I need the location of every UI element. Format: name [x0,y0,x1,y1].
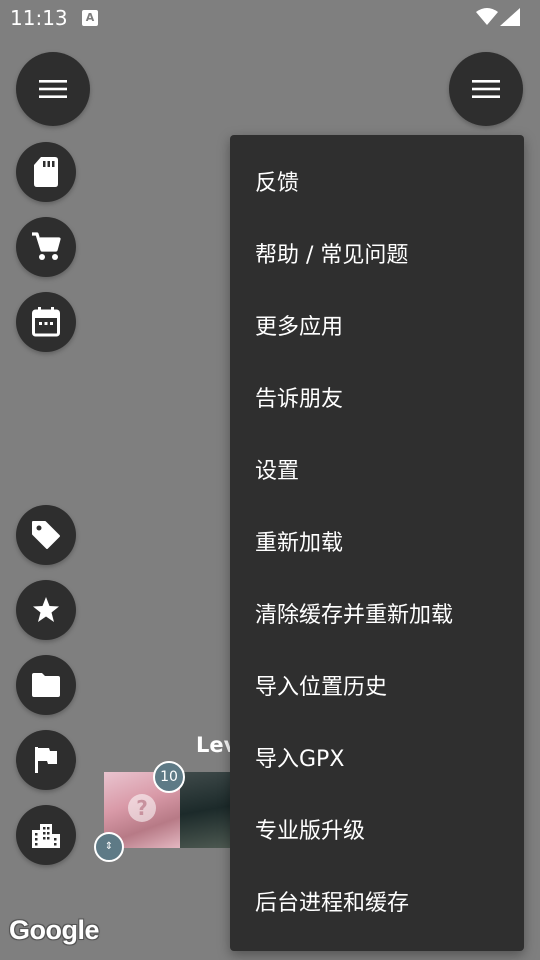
text-notification-icon: A [82,10,98,26]
wifi-icon [476,8,498,25]
building-icon [32,824,60,848]
unknown-location-marker: ? [128,794,156,822]
menu-item-background-process-cache[interactable]: 后台进程和缓存 [230,865,524,937]
folder-button[interactable] [16,655,76,715]
photo-marker-thumbnail-2[interactable] [180,772,234,848]
sd-card-icon [34,157,58,187]
flag-button[interactable] [16,730,76,790]
star-icon [33,597,59,622]
menu-item-reload[interactable]: 重新加载 [230,505,524,577]
sd-card-button[interactable] [16,142,76,202]
menu-item-feedback[interactable]: 反馈 [230,145,524,217]
main-menu-button[interactable] [16,52,90,126]
signal-icon [500,8,520,26]
menu-item-pro-upgrade[interactable]: 专业版升级 [230,793,524,865]
google-logo: Google [9,915,100,945]
menu-icon [39,80,67,98]
menu-item-clear-cache-reload[interactable]: 清除缓存并重新加载 [230,577,524,649]
menu-item-settings[interactable]: 设置 [230,433,524,505]
buildings-button[interactable] [16,805,76,865]
cluster-count-badge[interactable]: 10 [153,761,185,793]
calendar-button[interactable] [16,292,76,352]
menu-item-tell-friends[interactable]: 告诉朋友 [230,361,524,433]
status-time: 11:13 [10,6,68,30]
calendar-icon [32,307,60,337]
flag-icon [35,747,57,773]
tag-icon [32,521,60,549]
folder-icon [32,673,60,697]
small-cluster-badge[interactable]: ⇕ [94,832,124,862]
menu-item-more-apps[interactable]: 更多应用 [230,289,524,361]
overflow-menu: 反馈 帮助 / 常见问题 更多应用 告诉朋友 设置 重新加载 清除缓存并重新加载… [230,135,524,951]
menu-item-help-faq[interactable]: 帮助 / 常见问题 [230,217,524,289]
menu-icon [472,80,500,98]
menu-item-import-gpx[interactable]: 导入GPX [230,721,524,793]
shop-button[interactable] [16,217,76,277]
tag-button[interactable] [16,505,76,565]
menu-item-import-location-history[interactable]: 导入位置历史 [230,649,524,721]
overflow-menu-button[interactable] [449,52,523,126]
status-bar: 11:13 A [0,0,540,36]
cart-icon [32,232,61,260]
favorites-button[interactable] [16,580,76,640]
